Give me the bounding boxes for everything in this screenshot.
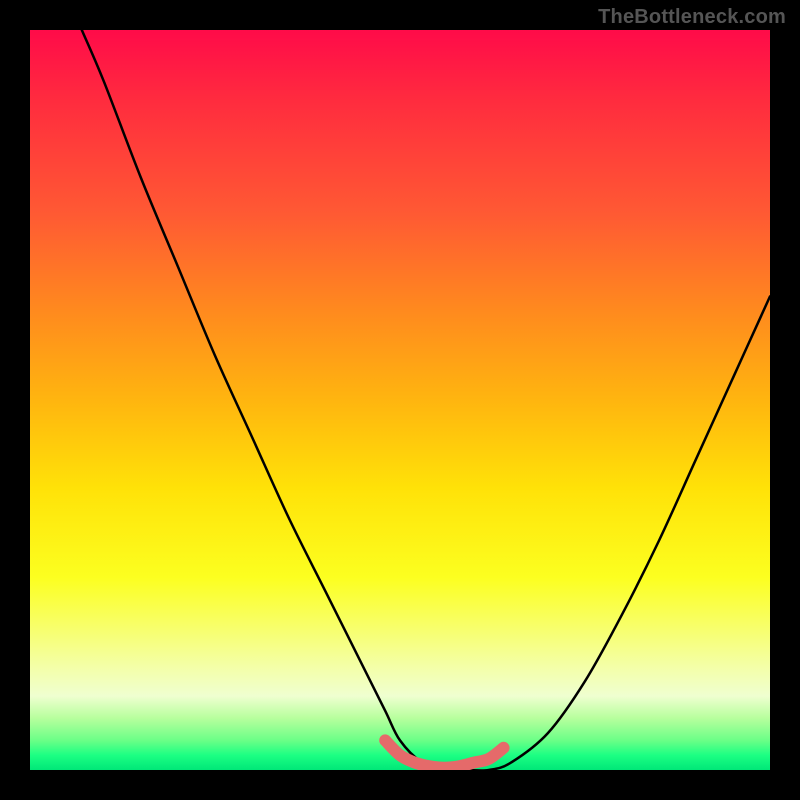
plot-area	[30, 30, 770, 770]
watermark-text: TheBottleneck.com	[598, 6, 786, 29]
curve-layer	[30, 30, 770, 770]
chart-frame: TheBottleneck.com	[0, 0, 800, 800]
bottleneck-curve	[82, 30, 770, 770]
